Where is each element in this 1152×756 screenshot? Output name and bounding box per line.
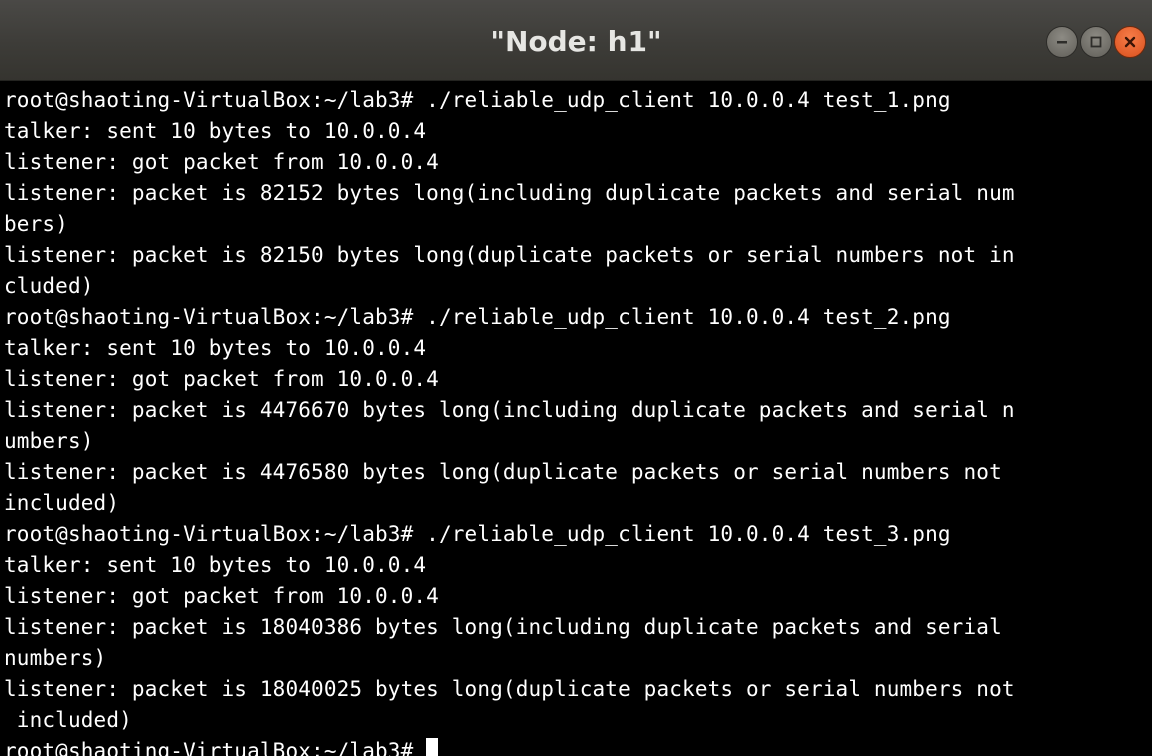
terminal-line: root@shaoting-VirtualBox:~/lab3# ./relia… xyxy=(4,522,951,546)
terminal-line: talker: sent 10 bytes to 10.0.0.4 xyxy=(4,553,427,577)
window-title: "Node: h1" xyxy=(490,25,662,58)
window-controls xyxy=(1046,26,1146,60)
terminal-prompt: root@shaoting-VirtualBox:~/lab3# xyxy=(4,739,414,756)
terminal-cursor xyxy=(426,738,439,756)
terminal-line: bers) xyxy=(4,212,68,236)
terminal-line: listener: packet is 4476670 bytes long(i… xyxy=(4,398,1015,422)
terminal-line: included) xyxy=(4,491,120,515)
terminal-line: numbers) xyxy=(4,646,107,670)
terminal-line: listener: got packet from 10.0.0.4 xyxy=(4,150,439,174)
title-bar[interactable]: "Node: h1" xyxy=(0,0,1152,81)
terminal-line: cluded) xyxy=(4,274,94,298)
terminal-line: root@shaoting-VirtualBox:~/lab3# ./relia… xyxy=(4,88,951,112)
terminal-line: listener: packet is 18040386 bytes long(… xyxy=(4,615,1002,639)
terminal-line: included) xyxy=(4,708,132,732)
terminal-line: listener: got packet from 10.0.0.4 xyxy=(4,367,439,391)
terminal-prompt-line[interactable]: root@shaoting-VirtualBox:~/lab3# xyxy=(4,736,1152,756)
terminal-line: talker: sent 10 bytes to 10.0.0.4 xyxy=(4,336,427,360)
minimize-button[interactable] xyxy=(1046,26,1078,58)
terminal-line: listener: packet is 4476580 bytes long(d… xyxy=(4,460,1002,484)
close-icon xyxy=(1124,36,1136,48)
maximize-button[interactable] xyxy=(1080,26,1112,58)
terminal-line: root@shaoting-VirtualBox:~/lab3# ./relia… xyxy=(4,305,951,329)
terminal-line: talker: sent 10 bytes to 10.0.0.4 xyxy=(4,119,427,143)
terminal-line: listener: got packet from 10.0.0.4 xyxy=(4,584,439,608)
minimize-icon xyxy=(1057,41,1067,44)
terminal-line: listener: packet is 82150 bytes long(dup… xyxy=(4,243,1015,267)
terminal-line: listener: packet is 18040025 bytes long(… xyxy=(4,677,1015,701)
terminal-line: listener: packet is 82152 bytes long(inc… xyxy=(4,181,1015,205)
terminal-output[interactable]: root@shaoting-VirtualBox:~/lab3# ./relia… xyxy=(0,85,1152,756)
maximize-icon xyxy=(1090,36,1102,48)
close-button[interactable] xyxy=(1114,26,1146,58)
terminal-line: umbers) xyxy=(4,429,94,453)
terminal-window: "Node: h1" root@shaoting-VirtualBox:~/la… xyxy=(0,0,1152,756)
